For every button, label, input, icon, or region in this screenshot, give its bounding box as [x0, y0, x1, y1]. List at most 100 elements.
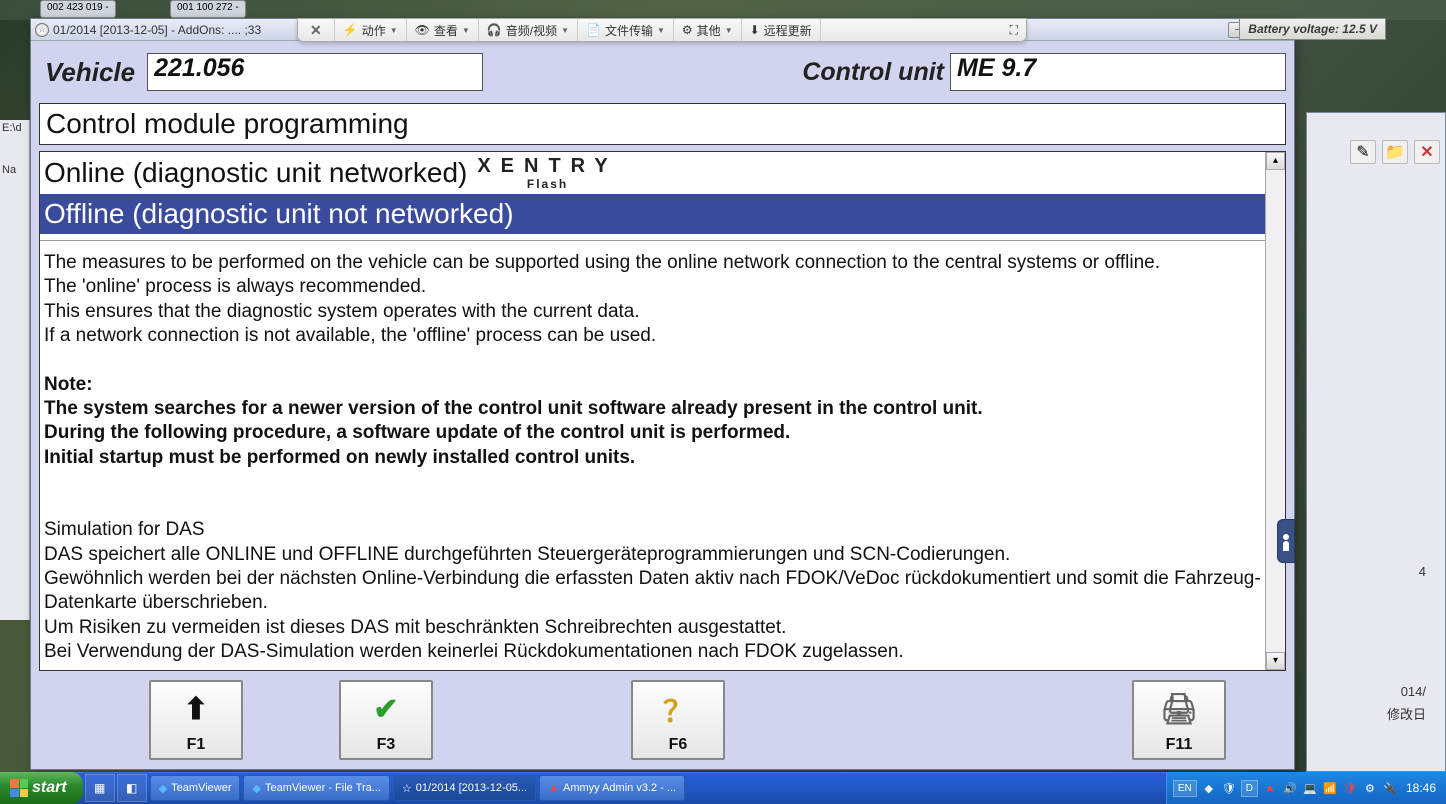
section-title: Control module programming	[46, 108, 1279, 140]
sim-title: Simulation for DAS	[44, 518, 1261, 542]
mode-offline-row[interactable]: Offline (diagnostic unit not networked)	[40, 194, 1265, 234]
teamviewer-icon: ◆	[252, 782, 260, 795]
xentry-logo: XENTRY Flash	[477, 156, 617, 190]
tray-icon-2[interactable]: 🛡	[1221, 780, 1237, 796]
printer-icon: 🖨	[1160, 682, 1198, 736]
vehicle-value[interactable]: 221.056	[147, 53, 483, 91]
teamviewer-toolbar: ✕ ⚡动作▼ 👁 查看 ▼ 🎧 音频/视频 ▼ 📄文件传输▼ ⚙ 其他 ▼ ⬇ 远程更新 ⛶	[297, 18, 1027, 42]
task-ammyy[interactable]: ▲Ammyy Admin v3.2 - ...	[539, 775, 685, 801]
teamviewer-icon: ◆	[159, 782, 167, 795]
mercedes-icon: ☆	[35, 23, 49, 37]
para-3: This ensures that the diagnostic system …	[44, 300, 1261, 324]
tv-other-label: 其他	[697, 22, 721, 39]
clock[interactable]: 18:46	[1402, 781, 1440, 795]
f6-button[interactable]: ？ F6	[631, 680, 725, 760]
para-1: The measures to be performed on the vehi…	[44, 251, 1261, 275]
windows-icon	[10, 779, 28, 797]
tray-icon-3[interactable]: ▲	[1262, 780, 1278, 796]
right-toolbar: ✎ 📁 ✕	[1350, 140, 1440, 164]
tray-icon-7[interactable]: 🛡	[1342, 780, 1358, 796]
tv-view-label: 查看	[434, 22, 458, 39]
para-2: The 'online' process is always recommend…	[44, 275, 1261, 299]
right-text-3: 修改日	[1387, 704, 1426, 723]
mercedes-icon: ☆	[402, 782, 412, 795]
scroll-up-button[interactable]: ▴	[1266, 152, 1285, 170]
tray-icon-5[interactable]: 💻	[1302, 780, 1318, 796]
bg-tab-2[interactable]: 001 100 272 -	[170, 0, 246, 18]
vehicle-label: Vehicle	[39, 57, 141, 88]
f3-button[interactable]: ✔ F3	[339, 680, 433, 760]
tv-update-label: 远程更新	[764, 22, 812, 39]
f3-label: F3	[377, 736, 396, 754]
chevron-down-icon: ▼	[725, 26, 733, 35]
scroll-down-button[interactable]: ▾	[1266, 652, 1285, 670]
language-d[interactable]: D	[1241, 780, 1258, 797]
app-icon: ◧	[126, 781, 137, 795]
f1-label: F1	[187, 736, 206, 754]
pencil-icon[interactable]: ✎	[1350, 140, 1376, 164]
task-label: TeamViewer	[171, 782, 231, 794]
scroll-track[interactable]	[1266, 170, 1285, 652]
divider	[40, 240, 1265, 241]
scrollbar[interactable]: ▴ ▾	[1265, 152, 1285, 670]
grid-icon: ▦	[94, 781, 105, 795]
help-icon: ？	[663, 682, 693, 736]
sim-4: Bei Verwendung der DAS-Simulation werden…	[44, 640, 1261, 664]
tv-other-menu[interactable]: ⚙ 其他 ▼	[674, 19, 742, 41]
task-label: 01/2014 [2013-12-05...	[416, 782, 527, 794]
start-label: start	[32, 779, 67, 797]
tv-action-menu[interactable]: ⚡动作▼	[335, 19, 407, 41]
para-4: If a network connection is not available…	[44, 324, 1261, 348]
tray-icon-4[interactable]: 🔊	[1282, 780, 1298, 796]
f11-button[interactable]: 🖨 F11	[1132, 680, 1226, 760]
tray-icon-6[interactable]: 📶	[1322, 780, 1338, 796]
sim-1: DAS speichert alle ONLINE und OFFLINE du…	[44, 543, 1261, 567]
content-box: Online (diagnostic unit networked) XENTR…	[39, 151, 1286, 671]
tray-icon-9[interactable]: 🔌	[1382, 780, 1398, 796]
expand-icon: ⛶	[1010, 23, 1018, 38]
start-button[interactable]: start	[0, 772, 83, 804]
tray-icon-8[interactable]: ⚙	[1362, 780, 1378, 796]
chevron-down-icon: ▼	[462, 26, 470, 35]
tv-update-button[interactable]: ⬇ 远程更新	[742, 19, 821, 41]
tv-audio-label: 音频/视频	[506, 22, 557, 39]
eye-icon: 👁	[415, 23, 430, 37]
system-tray: EN ◆ 🛡 D ▲ 🔊 💻 📶 🛡 ⚙ 🔌 18:46	[1166, 772, 1446, 804]
ammyy-icon: ▲	[548, 782, 559, 794]
download-icon: ⬇	[750, 23, 760, 37]
control-unit-value[interactable]: ME 9.7	[950, 53, 1286, 91]
task-teamviewer[interactable]: ◆ TeamViewer	[150, 775, 241, 801]
side-tab[interactable]	[1277, 519, 1295, 563]
mode-online-row[interactable]: Online (diagnostic unit networked) XENTR…	[40, 152, 1265, 194]
quicklaunch-2[interactable]: ◧	[117, 774, 147, 802]
das-window: ☆ 01/2014 [2013-12-05] - AddOns: .... ;3…	[30, 18, 1295, 770]
left-text-1: E:\d	[2, 122, 27, 134]
language-en[interactable]: EN	[1173, 780, 1197, 797]
function-key-row: ⬆ F1 ✔ F3 ？ F6 🖨 F11	[39, 679, 1286, 761]
folder-icon[interactable]: 📁	[1382, 140, 1408, 164]
tv-action-label: 动作	[362, 22, 386, 39]
tv-expand-button[interactable]: ⛶	[1002, 19, 1026, 41]
tv-close-button[interactable]: ✕	[298, 19, 335, 41]
delete-icon[interactable]: ✕	[1414, 140, 1440, 164]
f1-button[interactable]: ⬆ F1	[149, 680, 243, 760]
tv-audio-menu[interactable]: 🎧音频/视频▼	[479, 19, 578, 41]
sim-3: Um Risiken zu vermeiden ist dieses DAS m…	[44, 616, 1261, 640]
section-title-box: Control module programming	[39, 103, 1286, 145]
tv-view-menu[interactable]: 👁 查看 ▼	[407, 19, 479, 41]
bg-tab-1[interactable]: 002 423 019 -	[40, 0, 116, 18]
task-teamviewer-file[interactable]: ◆ TeamViewer - File Tra...	[243, 775, 389, 801]
tray-icon-1[interactable]: ◆	[1201, 780, 1217, 796]
tv-file-menu[interactable]: 📄文件传输▼	[578, 19, 674, 41]
task-das[interactable]: ☆ 01/2014 [2013-12-05...	[393, 775, 536, 801]
vehicle-header-row: Vehicle 221.056 Control unit ME 9.7	[31, 41, 1294, 97]
tv-file-label: 文件传输	[605, 22, 653, 39]
task-label: TeamViewer - File Tra...	[265, 782, 381, 794]
xentry-text: XENTRY	[477, 156, 617, 176]
headphones-icon: 🎧	[487, 23, 502, 37]
quicklaunch-1[interactable]: ▦	[85, 774, 115, 802]
taskbar: start ▦ ◧ ◆ TeamViewer ◆ TeamViewer - File…	[0, 772, 1446, 804]
sim-2: Gewöhnlich werden bei der nächsten Onlin…	[44, 567, 1261, 616]
note-label: Note:	[44, 373, 1261, 397]
gear-icon: ⚙	[682, 23, 693, 37]
